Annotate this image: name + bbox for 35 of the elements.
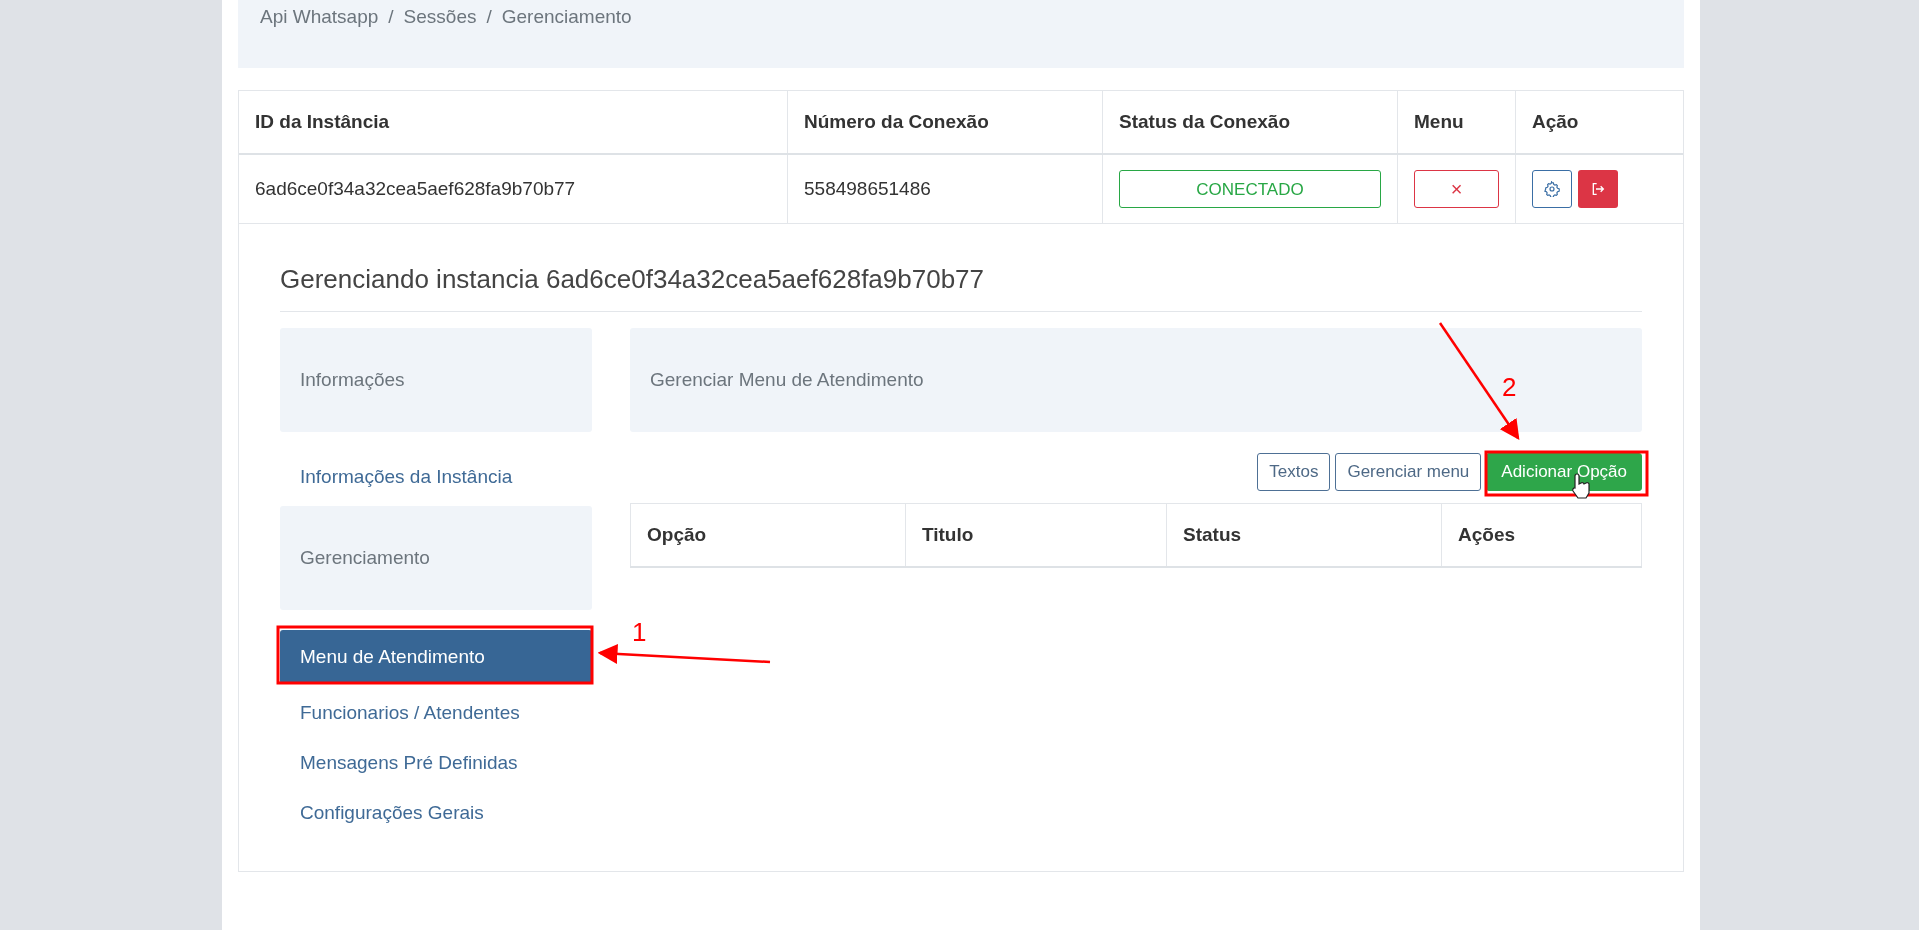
section-title: Gerenciando instancia 6ad6ce0f34a32cea5aef628fa9b70b77 [280,264,1642,312]
sidebar-item[interactable]: Configurações Gerais [280,788,592,838]
sidebar-section: Informações [280,328,592,432]
breadcrumb-link[interactable]: Api Whatsapp [260,6,379,28]
column-header: ID da Instância [239,91,788,153]
status-badge: CONECTADO [1119,170,1381,208]
column-header: Status [1167,504,1442,566]
column-header: Ação [1531,110,1580,134]
table-cell: 6ad6ce0f34a32cea5aef628fa9b70b77 [239,155,788,223]
outline-button[interactable]: Textos [1257,453,1331,491]
annotation-number: 2 [1502,372,1517,402]
column-header: Titulo [906,504,1167,566]
add-option-button[interactable]: Adicionar Opção [1486,453,1642,491]
outline-button[interactable]: Gerenciar menu [1335,453,1482,491]
settings-button[interactable] [1532,170,1572,208]
column-header: Número da Conexão [788,91,1103,153]
breadcrumb-separator: / [388,6,394,28]
close-menu-button[interactable]: × [1414,170,1499,208]
settings-icon [1544,181,1560,197]
annotation-number: 1 [632,617,647,647]
sidebar-section: Gerenciamento [280,506,592,610]
breadcrumb-separator: / [486,6,492,28]
sidebar-item[interactable]: Funcionarios / Atendentes [280,688,592,738]
column-header: Ações [1442,504,1642,566]
breadcrumb-link[interactable]: Sessões [403,6,477,28]
sidebar-item[interactable]: Mensagens Pré Definidas [280,738,592,788]
table-cell: 558498651486 [788,155,1103,223]
sidebar-item[interactable]: Menu de Atendimento [280,630,592,684]
sidebar-item[interactable]: Informações da Instância [280,452,592,502]
column-header: Menu [1398,91,1516,153]
logout-button[interactable] [1578,170,1618,208]
column-header: Status da Conexão [1103,91,1398,153]
column-header: Opção [630,504,906,566]
breadcrumb-link[interactable]: Gerenciamento [501,6,632,28]
logout-icon [1590,181,1606,197]
